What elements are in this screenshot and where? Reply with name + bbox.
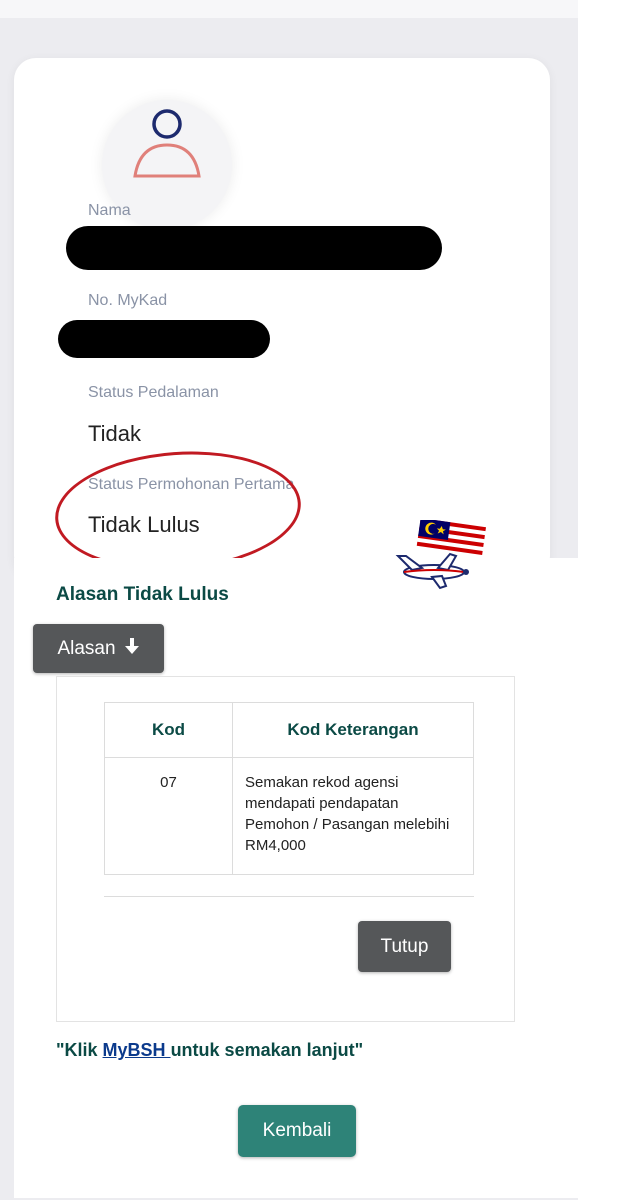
arrow-down-icon xyxy=(124,637,140,661)
divider xyxy=(104,896,474,897)
reason-table: Kod Kod Keterangan 07 Semakan rekod agen… xyxy=(104,702,474,875)
mykad-redacted-value xyxy=(58,320,270,358)
mybsh-suffix: untuk semakan lanjut" xyxy=(170,1040,364,1060)
column-header-keterangan: Kod Keterangan xyxy=(232,702,474,758)
alasan-toggle-button[interactable]: Alasan xyxy=(33,624,164,673)
status-pedalaman-label: Status Pedalaman xyxy=(88,384,219,401)
table-cell-kod: 07 xyxy=(104,757,233,875)
table-cell-keterangan: Semakan rekod agensi mendapati pendapata… xyxy=(232,757,474,875)
reason-title: Alasan Tidak Lulus xyxy=(56,584,229,605)
alasan-button-label: Alasan xyxy=(57,637,116,659)
mykad-label: No. MyKad xyxy=(88,292,168,309)
mybsh-instruction: "Klik MyBSH untuk semakan lanjut" xyxy=(56,1040,363,1061)
table-header-row: Kod Kod Keterangan xyxy=(104,702,474,758)
top-bar xyxy=(0,0,620,18)
mybsh-link[interactable]: MyBSH xyxy=(103,1040,171,1060)
column-header-kod: Kod xyxy=(104,702,233,758)
page-edge xyxy=(578,0,620,1200)
mybsh-prefix: "Klik xyxy=(56,1040,103,1060)
nama-label: Nama xyxy=(88,202,131,219)
tutup-button[interactable]: Tutup xyxy=(358,921,451,972)
nama-redacted-value xyxy=(66,226,442,270)
table-row: 07 Semakan rekod agensi mendapati pendap… xyxy=(104,757,474,875)
kembali-button[interactable]: Kembali xyxy=(238,1105,356,1157)
status-pedalaman-value: Tidak xyxy=(88,421,141,446)
malaysia-flag-airplane-sticker xyxy=(392,518,492,597)
